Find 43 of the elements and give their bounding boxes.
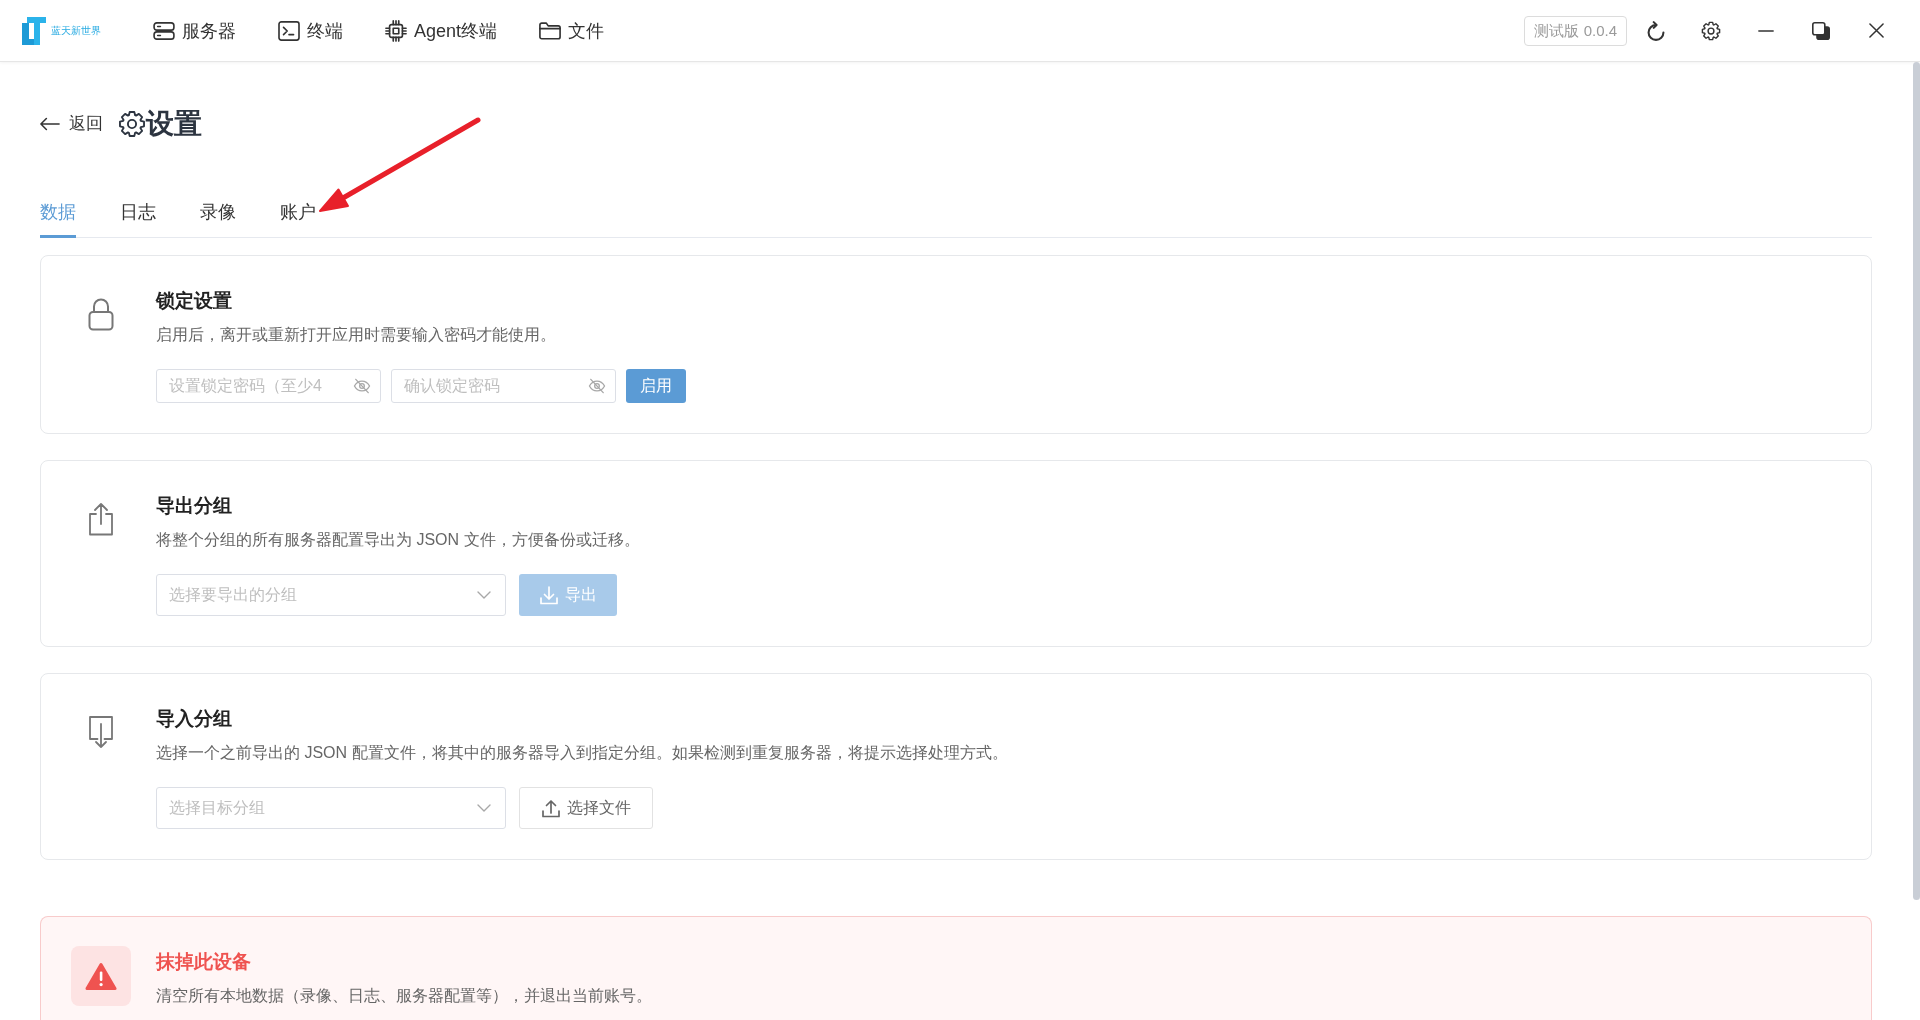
- upload-icon: [541, 798, 561, 818]
- logo-icon: [22, 16, 46, 45]
- tab[interactable]: 录像: [200, 193, 236, 238]
- choose-file-button[interactable]: 选择文件: [519, 787, 653, 829]
- logo-text: 蓝天新世界: [51, 25, 101, 36]
- version-badge: 测试版 0.0.4: [1524, 15, 1627, 46]
- lock-icon: [87, 297, 115, 331]
- nav-item[interactable]: 终端: [278, 17, 343, 44]
- chevron-down-icon: [477, 591, 491, 599]
- password-field[interactable]: 设置锁定密码（至少4: [156, 369, 381, 403]
- back-button[interactable]: 返回: [40, 111, 103, 137]
- page-title: 设置: [146, 107, 202, 141]
- server-icon: [153, 21, 175, 40]
- warning-title: 抹掉此设备: [156, 950, 252, 974]
- restore-icon: [1812, 21, 1830, 40]
- password-field[interactable]: 确认锁定密码: [391, 369, 616, 403]
- import-icon: [88, 715, 114, 749]
- warning-icon: [71, 946, 131, 1006]
- section-title: 导入分组: [156, 707, 233, 731]
- chip-icon: [385, 19, 407, 42]
- section-description: 选择一个之前导出的 JSON 配置文件，将其中的服务器导入到指定分组。如果检测到重复服务器，将提示选择处理方式。: [156, 743, 1008, 763]
- scrollbar[interactable]: [1913, 62, 1920, 900]
- terminal-icon: [278, 20, 300, 41]
- section-description: 清空所有本地数据（录像、日志、服务器配置等），并退出当前账号。: [156, 986, 652, 1006]
- nav-item[interactable]: Agent终端: [385, 17, 498, 44]
- folder-icon: [539, 21, 562, 40]
- minimize-icon: [1758, 29, 1774, 32]
- nav-item[interactable]: 文件: [539, 17, 605, 44]
- settings-icon: [1701, 20, 1721, 41]
- settings-icon: [118, 110, 146, 138]
- close-icon: [1868, 23, 1884, 38]
- back-arrow-icon: [40, 117, 60, 131]
- tab[interactable]: 日志: [120, 193, 156, 238]
- section-description: 将整个分组的所有服务器配置导出为 JSON 文件，方便备份或迁移。: [156, 530, 640, 550]
- chevron-down-icon: [477, 804, 491, 812]
- section-title: 锁定设置: [156, 289, 233, 313]
- section-description: 启用后，离开或重新打开应用时需要输入密码才能使用。: [156, 325, 557, 345]
- refresh-icon: [1647, 20, 1665, 41]
- share-icon: [88, 502, 114, 536]
- download-icon: [539, 585, 559, 605]
- section-title: 导出分组: [156, 494, 233, 518]
- nav-item[interactable]: 服务器: [153, 17, 236, 44]
- tab[interactable]: 账户: [280, 193, 316, 238]
